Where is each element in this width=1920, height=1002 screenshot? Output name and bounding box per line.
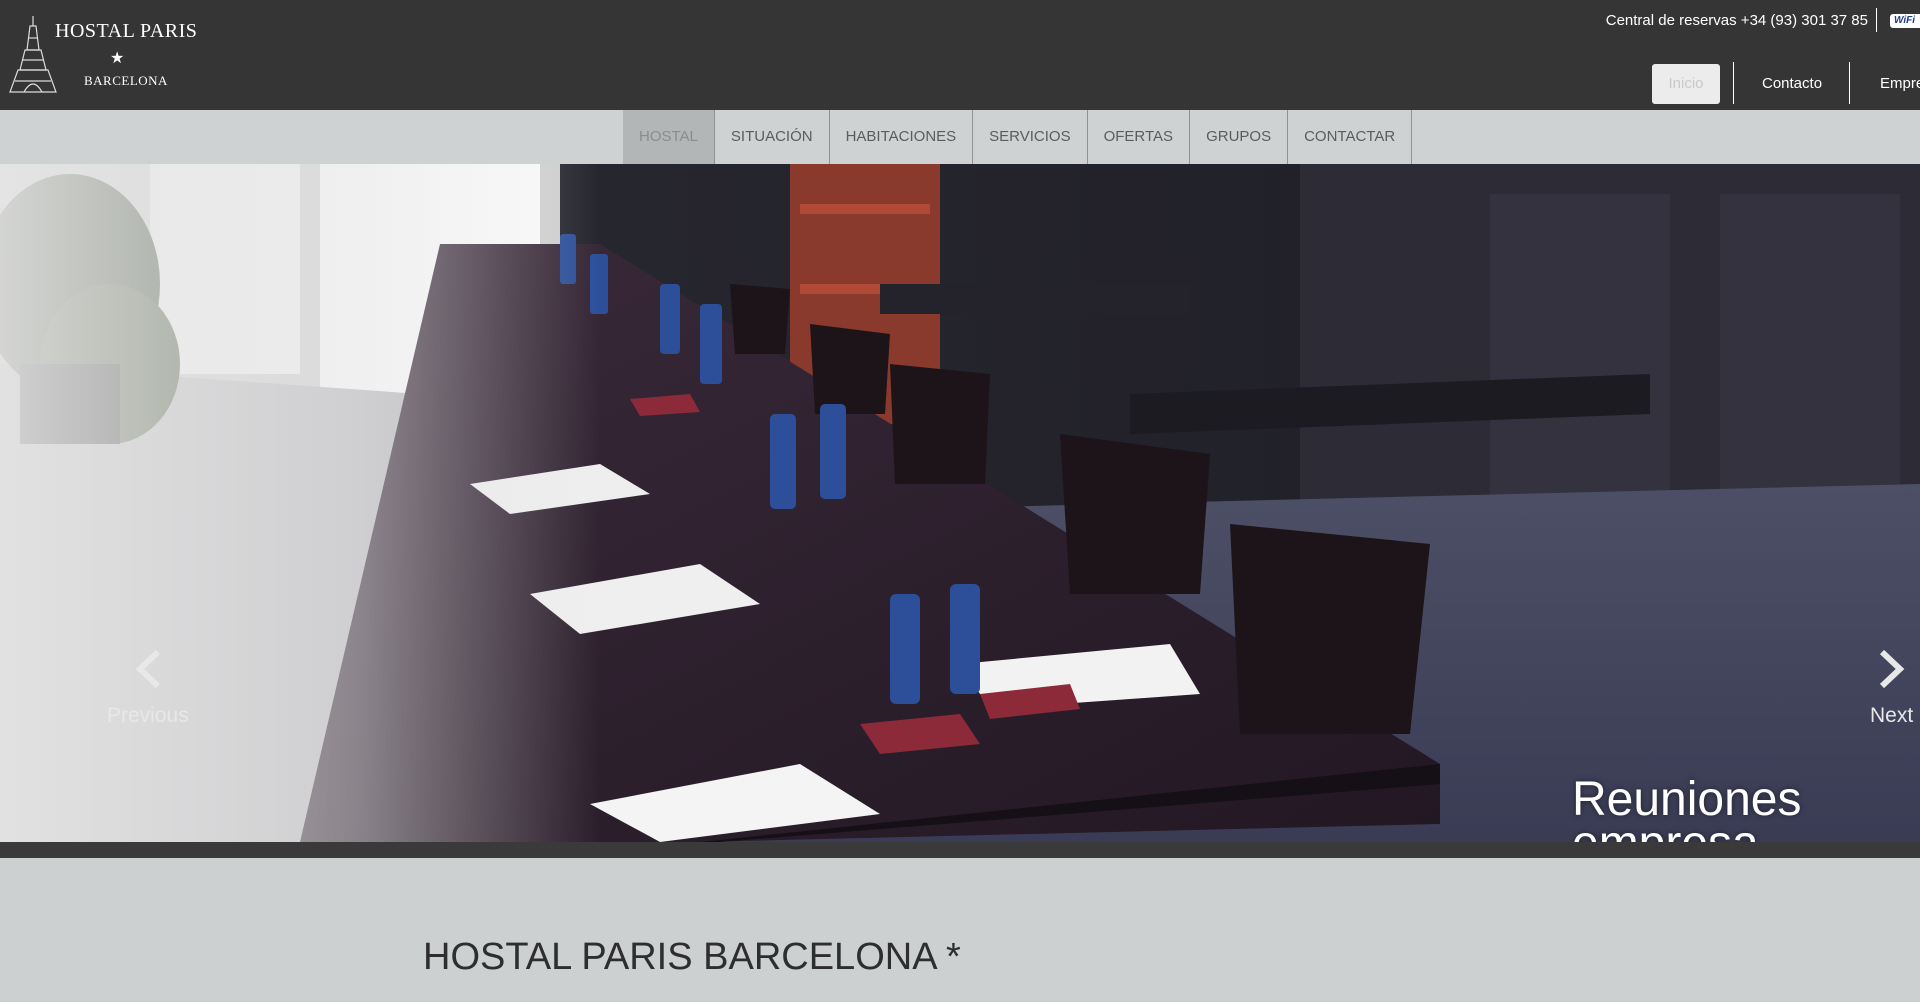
eiffel-tower-icon (9, 16, 57, 93)
main-content: HOSTAL PARIS BARCELONA * (0, 858, 1920, 1002)
nav-item-habitaciones[interactable]: HABITACIONES (830, 110, 974, 164)
carousel-previous-button[interactable]: Previous (100, 644, 200, 734)
page-title: HOSTAL PARIS BARCELONA * (423, 936, 961, 978)
logo-name: HOSTAL PARIS (55, 20, 198, 42)
nav-item-grupos[interactable]: GRUPOS (1190, 110, 1289, 164)
top-header: HOSTAL PARIS ★ BARCELONA Central de rese… (0, 0, 1920, 110)
chevron-right-icon (1879, 649, 1905, 689)
previous-label: Previous (107, 704, 189, 727)
logo-city: BARCELONA (84, 73, 168, 88)
hostal-logo[interactable]: HOSTAL PARIS ★ BARCELONA (0, 0, 220, 110)
next-label: Next (1870, 704, 1914, 727)
inicio-button[interactable]: Inicio (1652, 64, 1720, 104)
meeting-room-photo (0, 164, 1920, 842)
divider (1876, 8, 1877, 32)
divider (1733, 62, 1734, 104)
contacto-link[interactable]: Contacto (1762, 64, 1822, 104)
star-icon: ★ (110, 50, 125, 67)
hero-caption: Reuniones empresa, grupos, escuelas... (1572, 773, 1802, 843)
nav-list: HOSTAL SITUACIÓN HABITACIONES SERVICIOS … (623, 110, 1413, 164)
chevron-left-icon (135, 649, 161, 689)
divider (1849, 62, 1850, 104)
main-nav: HOSTAL SITUACIÓN HABITACIONES SERVICIOS … (0, 110, 1920, 164)
reservation-phone: Central de reservas +34 (93) 301 37 85 (1605, 12, 1868, 29)
nav-item-ofertas[interactable]: OFERTAS (1088, 110, 1191, 164)
carousel-next-button[interactable]: Next (1860, 644, 1920, 734)
nav-item-situacion[interactable]: SITUACIÓN (715, 110, 830, 164)
nav-item-hostal[interactable]: HOSTAL (623, 110, 715, 164)
hero-carousel: Previous Next Reuniones empresa, grupos,… (0, 164, 1920, 842)
nav-item-contactar[interactable]: CONTACTAR (1288, 110, 1413, 164)
hero-bottom-strip (0, 842, 1920, 858)
wifi-icon: WiFi (1890, 14, 1920, 28)
nav-item-servicios[interactable]: SERVICIOS (973, 110, 1088, 164)
empresa-link[interactable]: Empre (1880, 64, 1920, 104)
